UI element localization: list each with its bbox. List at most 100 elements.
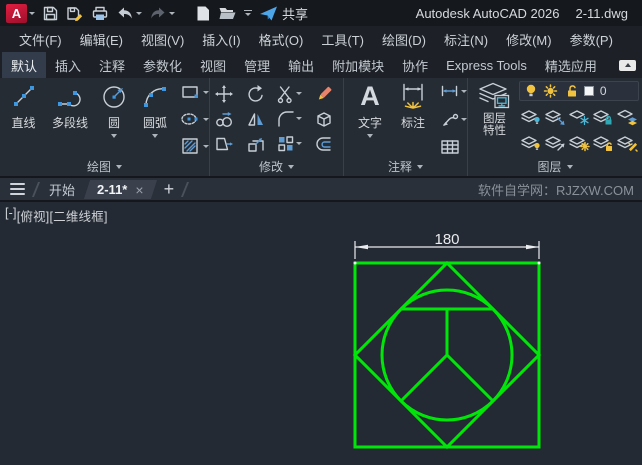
layer-dropdown[interactable]: 0: [518, 81, 639, 101]
layer-merge-button[interactable]: [616, 132, 638, 152]
chevron-down-icon: [367, 134, 373, 138]
linear-dimension-button[interactable]: [440, 82, 467, 100]
menu-tools[interactable]: 工具(T): [312, 30, 373, 49]
menu-edit[interactable]: 编辑(E): [71, 30, 132, 49]
stretch-icon: [216, 137, 233, 150]
circle-button[interactable]: 圆: [96, 78, 132, 138]
leader-button[interactable]: [440, 110, 467, 128]
array-button[interactable]: [276, 134, 302, 154]
document-tab-label: 2-11*: [97, 181, 128, 197]
menu-modify[interactable]: 修改(M): [497, 30, 561, 49]
ribbon-tab-annotate[interactable]: 注释: [90, 52, 134, 78]
mirror-icon: [248, 112, 263, 126]
layer-unisolate-button[interactable]: [544, 132, 566, 152]
layer-unlock-icon: [567, 85, 576, 97]
stretch-button[interactable]: [214, 134, 234, 154]
rotate-icon: [248, 84, 263, 102]
rectangle-button[interactable]: [180, 82, 209, 102]
print-icon[interactable]: [91, 5, 109, 22]
fillet-icon: [278, 110, 294, 127]
menu-draw[interactable]: 绘图(D): [373, 30, 435, 49]
tab-separator: [31, 181, 41, 197]
layer-off-button[interactable]: [520, 106, 542, 126]
ribbon-tab-express-tools[interactable]: Express Tools: [437, 52, 536, 78]
chevron-down-icon: [29, 11, 35, 15]
ribbon-tab-collaborate[interactable]: 协作: [393, 52, 437, 78]
annotate-panel-label[interactable]: 注释: [344, 157, 467, 176]
menu-format[interactable]: 格式(O): [250, 30, 313, 49]
layer-freeze-button[interactable]: [568, 106, 590, 126]
ribbon-tab-featured-apps[interactable]: 精选应用: [536, 52, 606, 78]
menu-file[interactable]: 文件(F): [10, 30, 71, 49]
layer-lock-button[interactable]: [592, 106, 614, 126]
active-document-tab[interactable]: 2-11* ×: [83, 179, 157, 199]
close-tab-button[interactable]: ×: [135, 181, 143, 197]
mirror-button[interactable]: [246, 109, 266, 129]
redo-button[interactable]: [149, 5, 175, 21]
box-button[interactable]: [314, 109, 334, 129]
layer-properties-button[interactable]: 图层 特性: [472, 78, 517, 137]
layer-properties-icon: [479, 82, 510, 109]
ribbon-tab-view[interactable]: 视图: [191, 52, 235, 78]
layer-make-current-button[interactable]: [616, 106, 638, 126]
line-button[interactable]: 直线: [3, 78, 44, 131]
start-tab[interactable]: 开始: [45, 180, 79, 199]
erase-button[interactable]: [314, 84, 334, 104]
model-space[interactable]: [-] [俯视] [二维线框] 180: [0, 202, 642, 465]
fillet-button[interactable]: [276, 109, 302, 129]
menu-insert[interactable]: 插入(I): [193, 30, 249, 49]
window-title: Autodesk AutoCAD 2026 2-11.dwg: [416, 0, 628, 26]
chevron-down-icon: [245, 13, 251, 17]
ribbon-tab-addins[interactable]: 附加模块: [323, 52, 393, 78]
layer-thaw-sun-icon: [543, 84, 558, 98]
ribbon-tab-insert[interactable]: 插入: [46, 52, 90, 78]
arc-button[interactable]: 圆弧: [132, 78, 178, 138]
undo-button[interactable]: [116, 5, 142, 21]
new-file-icon[interactable]: [195, 5, 211, 22]
menu-view[interactable]: 视图(V): [132, 30, 193, 49]
chevron-down-icon: [566, 164, 573, 169]
dimension-button[interactable]: 标注: [390, 78, 436, 131]
text-icon: A: [360, 81, 380, 111]
ribbon-tab-parametric[interactable]: 参数化: [134, 52, 191, 78]
layer-thaw-button[interactable]: [568, 132, 590, 152]
move-button[interactable]: [214, 84, 234, 104]
save-icon[interactable]: [42, 5, 59, 22]
qat-customize-button[interactable]: [244, 9, 252, 17]
menu-dimension[interactable]: 标注(N): [435, 30, 497, 49]
ellipse-icon: [181, 113, 198, 125]
linear-dimension-icon: [441, 85, 458, 97]
share-button[interactable]: 共享: [259, 4, 308, 23]
layer-on-button[interactable]: [520, 132, 542, 152]
layer-isolate-button[interactable]: [544, 106, 566, 126]
ellipse-button[interactable]: [180, 109, 209, 129]
undo-icon: [118, 7, 132, 19]
chevron-down-icon: [169, 11, 175, 15]
file-tabs-menu-button[interactable]: [8, 181, 27, 197]
copy-button[interactable]: [214, 109, 234, 129]
app-menu-button[interactable]: A: [6, 3, 35, 23]
layer-panel-label[interactable]: 图层: [468, 157, 642, 176]
menu-parametric[interactable]: 参数(P): [561, 30, 622, 49]
draw-panel-label[interactable]: 绘图: [0, 157, 209, 176]
chevron-down-icon: [288, 164, 294, 169]
copy-icon: [216, 111, 233, 127]
ribbon-tab-output[interactable]: 输出: [279, 52, 323, 78]
new-tab-button[interactable]: +: [162, 180, 177, 198]
ribbon-collapse-button[interactable]: [619, 59, 636, 71]
layer-unlock-all-button[interactable]: [592, 132, 614, 152]
save-as-icon[interactable]: [66, 5, 84, 22]
table-button[interactable]: [440, 138, 467, 156]
modify-panel-label[interactable]: 修改: [210, 157, 343, 176]
open-folder-icon[interactable]: [218, 5, 237, 21]
trim-button[interactable]: [276, 84, 302, 104]
offset-button[interactable]: [314, 134, 334, 154]
ribbon-tab-manage[interactable]: 管理: [235, 52, 279, 78]
scale-button[interactable]: [246, 134, 266, 154]
text-button[interactable]: A 文字: [350, 78, 390, 138]
hatch-button[interactable]: [180, 136, 209, 156]
rotate-button[interactable]: [246, 84, 266, 104]
polyline-button[interactable]: 多段线: [44, 78, 96, 131]
trim-scissors-icon: [277, 85, 292, 103]
ribbon-tab-home[interactable]: 默认: [2, 52, 47, 78]
